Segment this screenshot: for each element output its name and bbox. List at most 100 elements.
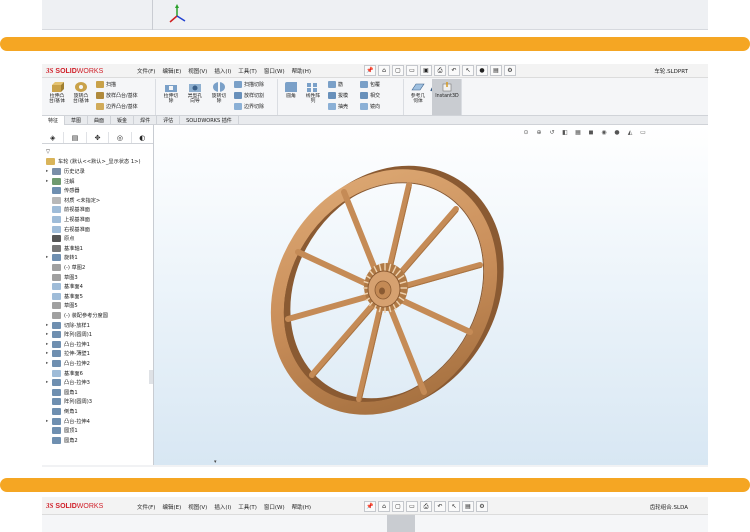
tree-item[interactable]: ▸ 凸台-拉伸3 <box>46 378 90 387</box>
tree-item[interactable]: 材质 <未指定> <box>46 196 100 205</box>
tree-item[interactable]: 圆角1 <box>46 388 78 397</box>
tree-item[interactable]: 草图5 <box>46 301 78 310</box>
hole-wizard-button[interactable]: 异型孔 向导 <box>184 81 206 104</box>
section-view-icon[interactable]: ◧ <box>560 128 570 136</box>
tree-item[interactable]: ▸ 凸台-拉伸4 <box>46 417 90 426</box>
undo-icon[interactable]: ↶ <box>448 65 460 76</box>
traffic-light-icon[interactable]: ● <box>476 65 488 76</box>
wooden-wheel-model[interactable] <box>234 147 534 437</box>
second-home-icon[interactable]: ⌂ <box>378 501 390 512</box>
menu-insert[interactable]: 插入(I) <box>214 67 231 75</box>
scene-icon[interactable]: ◭ <box>625 128 635 136</box>
wrap-button[interactable]: 包覆 <box>360 81 380 88</box>
tree-item[interactable]: ▸ 切除-放样1 <box>46 321 90 330</box>
tree-item[interactable]: 倒角1 <box>46 407 78 416</box>
dimxpert-tab-icon[interactable]: ◎ <box>109 132 132 143</box>
second-select-icon[interactable]: ↖ <box>448 501 460 512</box>
tree-item[interactable]: 原点 <box>46 234 74 243</box>
menu-view[interactable]: 视图(V) <box>188 67 207 75</box>
second-menu-help[interactable]: 帮助(H) <box>292 503 311 511</box>
display-style-icon[interactable]: ◼ <box>586 128 596 136</box>
tree-item[interactable]: 圆顶1 <box>46 426 78 435</box>
feature-manager-tab-icon[interactable]: ◈ <box>42 132 65 143</box>
tree-root[interactable]: 车轮 (默认<<默认>_显示状态 1>) <box>46 157 141 166</box>
tab-weldments[interactable]: 焊件 <box>134 116 158 125</box>
boss-extrude-button[interactable]: 拉伸凸 台/基体 <box>46 81 68 104</box>
tree-item[interactable]: ▸ 历史记录 <box>46 167 85 176</box>
rebuild-icon[interactable]: ▤ <box>490 65 502 76</box>
tree-item[interactable]: 圆角2 <box>46 436 78 445</box>
tree-item[interactable]: ▸ 阵列(圆周)1 <box>46 330 92 339</box>
tree-item[interactable]: 传感器 <box>46 186 80 195</box>
mirror-button[interactable]: 镜向 <box>360 103 380 110</box>
tree-item[interactable]: 右视基准面 <box>46 225 90 234</box>
tab-addins[interactable]: SOLIDWORKS 插件 <box>180 116 239 125</box>
zoom-area-icon[interactable]: ⊕ <box>534 128 544 136</box>
save-icon[interactable]: ▣ <box>420 65 432 76</box>
view-orientation-icon[interactable]: ▦ <box>573 128 583 136</box>
tree-item[interactable]: 前视基准面 <box>46 205 90 214</box>
menu-file[interactable]: 文件(F) <box>137 67 155 75</box>
tree-item[interactable]: (-) 草图2 <box>46 263 85 272</box>
new-document-icon[interactable]: ▢ <box>392 65 404 76</box>
menu-edit[interactable]: 编辑(E) <box>162 67 181 75</box>
menu-window[interactable]: 窗口(W) <box>264 67 285 75</box>
tree-item[interactable]: 基准面4 <box>46 282 83 291</box>
second-menu-window[interactable]: 窗口(W) <box>264 503 285 511</box>
second-menu-tools[interactable]: 工具(T) <box>238 503 257 511</box>
second-menu-edit[interactable]: 编辑(E) <box>162 503 181 511</box>
tree-item[interactable]: ▸ 凸台-拉伸2 <box>46 359 90 368</box>
tree-item[interactable]: ▸ 旋转1 <box>46 253 78 262</box>
cut-revolve-button[interactable]: 旋转切 除 <box>208 81 230 104</box>
draft-button[interactable]: 拔模 <box>328 92 348 99</box>
options-gear-icon[interactable]: ⚙ <box>504 65 516 76</box>
boundary-boss-button[interactable]: 边界凸台/基体 <box>96 103 138 110</box>
tab-sketch[interactable]: 草图 <box>65 116 89 125</box>
second-open-icon[interactable]: ▭ <box>406 501 418 512</box>
tree-item[interactable]: 阵列(圆周)3 <box>46 397 92 406</box>
second-rebuild-icon[interactable]: ▤ <box>462 501 474 512</box>
second-menu-insert[interactable]: 插入(I) <box>214 503 231 511</box>
tree-item[interactable]: (-) 装配参考分度圆 <box>46 311 108 320</box>
swept-cut-button[interactable]: 扫描切除 <box>234 81 264 88</box>
linear-pattern-button[interactable]: 线性阵 列 <box>302 81 324 104</box>
tab-sheet-metal[interactable]: 钣金 <box>111 116 135 125</box>
display-settings-icon[interactable]: ▭ <box>638 128 648 136</box>
second-print-icon[interactable]: ⎙ <box>420 501 432 512</box>
tree-item[interactable]: ▸ 拉伸-薄壁1 <box>46 349 90 358</box>
intersect-button[interactable]: 相交 <box>360 92 380 99</box>
configuration-manager-tab-icon[interactable]: ✥ <box>87 132 110 143</box>
rib-button[interactable]: 筋 <box>328 81 343 88</box>
second-pin-icon[interactable]: 📌 <box>364 501 376 512</box>
open-folder-icon[interactable]: ▭ <box>406 65 418 76</box>
sweep-button[interactable]: 扫描 <box>96 81 116 88</box>
cut-extrude-button[interactable]: 拉伸切 除 <box>160 81 182 104</box>
tree-item[interactable]: 草图3 <box>46 273 78 282</box>
tree-item[interactable]: 上视基准面 <box>46 215 90 224</box>
reference-geometry-button[interactable]: 参考几 何体 <box>408 81 428 104</box>
boss-revolve-button[interactable]: 旋转凸 台/基体 <box>70 81 92 104</box>
loft-button[interactable]: 放样凸台/基体 <box>96 92 138 99</box>
second-options-icon[interactable]: ⚙ <box>476 501 488 512</box>
tree-item[interactable]: 基准面5 <box>46 292 83 301</box>
tree-item[interactable]: 基准轴1 <box>46 244 83 253</box>
select-arrow-icon[interactable]: ↖ <box>462 65 474 76</box>
zoom-fit-icon[interactable]: ⊙ <box>521 128 531 136</box>
tab-evaluate[interactable]: 评估 <box>157 116 181 125</box>
fillet-button[interactable]: 圆角 <box>282 81 300 99</box>
shell-button[interactable]: 抽壳 <box>328 103 348 110</box>
second-menu-file[interactable]: 文件(F) <box>137 503 155 511</box>
menu-help[interactable]: 帮助(H) <box>292 67 311 75</box>
home-icon[interactable]: ⌂ <box>378 65 390 76</box>
display-manager-tab-icon[interactable]: ◐ <box>132 132 153 143</box>
tab-features[interactable]: 特征 <box>42 116 66 125</box>
filter-icon[interactable]: ▽ <box>46 147 50 156</box>
boundary-cut-button[interactable]: 边界切除 <box>234 103 264 110</box>
second-menu-view[interactable]: 视图(V) <box>188 503 207 511</box>
previous-view-icon[interactable]: ↺ <box>547 128 557 136</box>
appearance-icon[interactable]: ● <box>612 128 622 136</box>
tree-item[interactable]: ▸ 注解 <box>46 177 74 186</box>
instant3d-button[interactable]: Instant3D <box>433 81 461 99</box>
print-icon[interactable]: ⎙ <box>434 65 446 76</box>
second-new-icon[interactable]: ▢ <box>392 501 404 512</box>
